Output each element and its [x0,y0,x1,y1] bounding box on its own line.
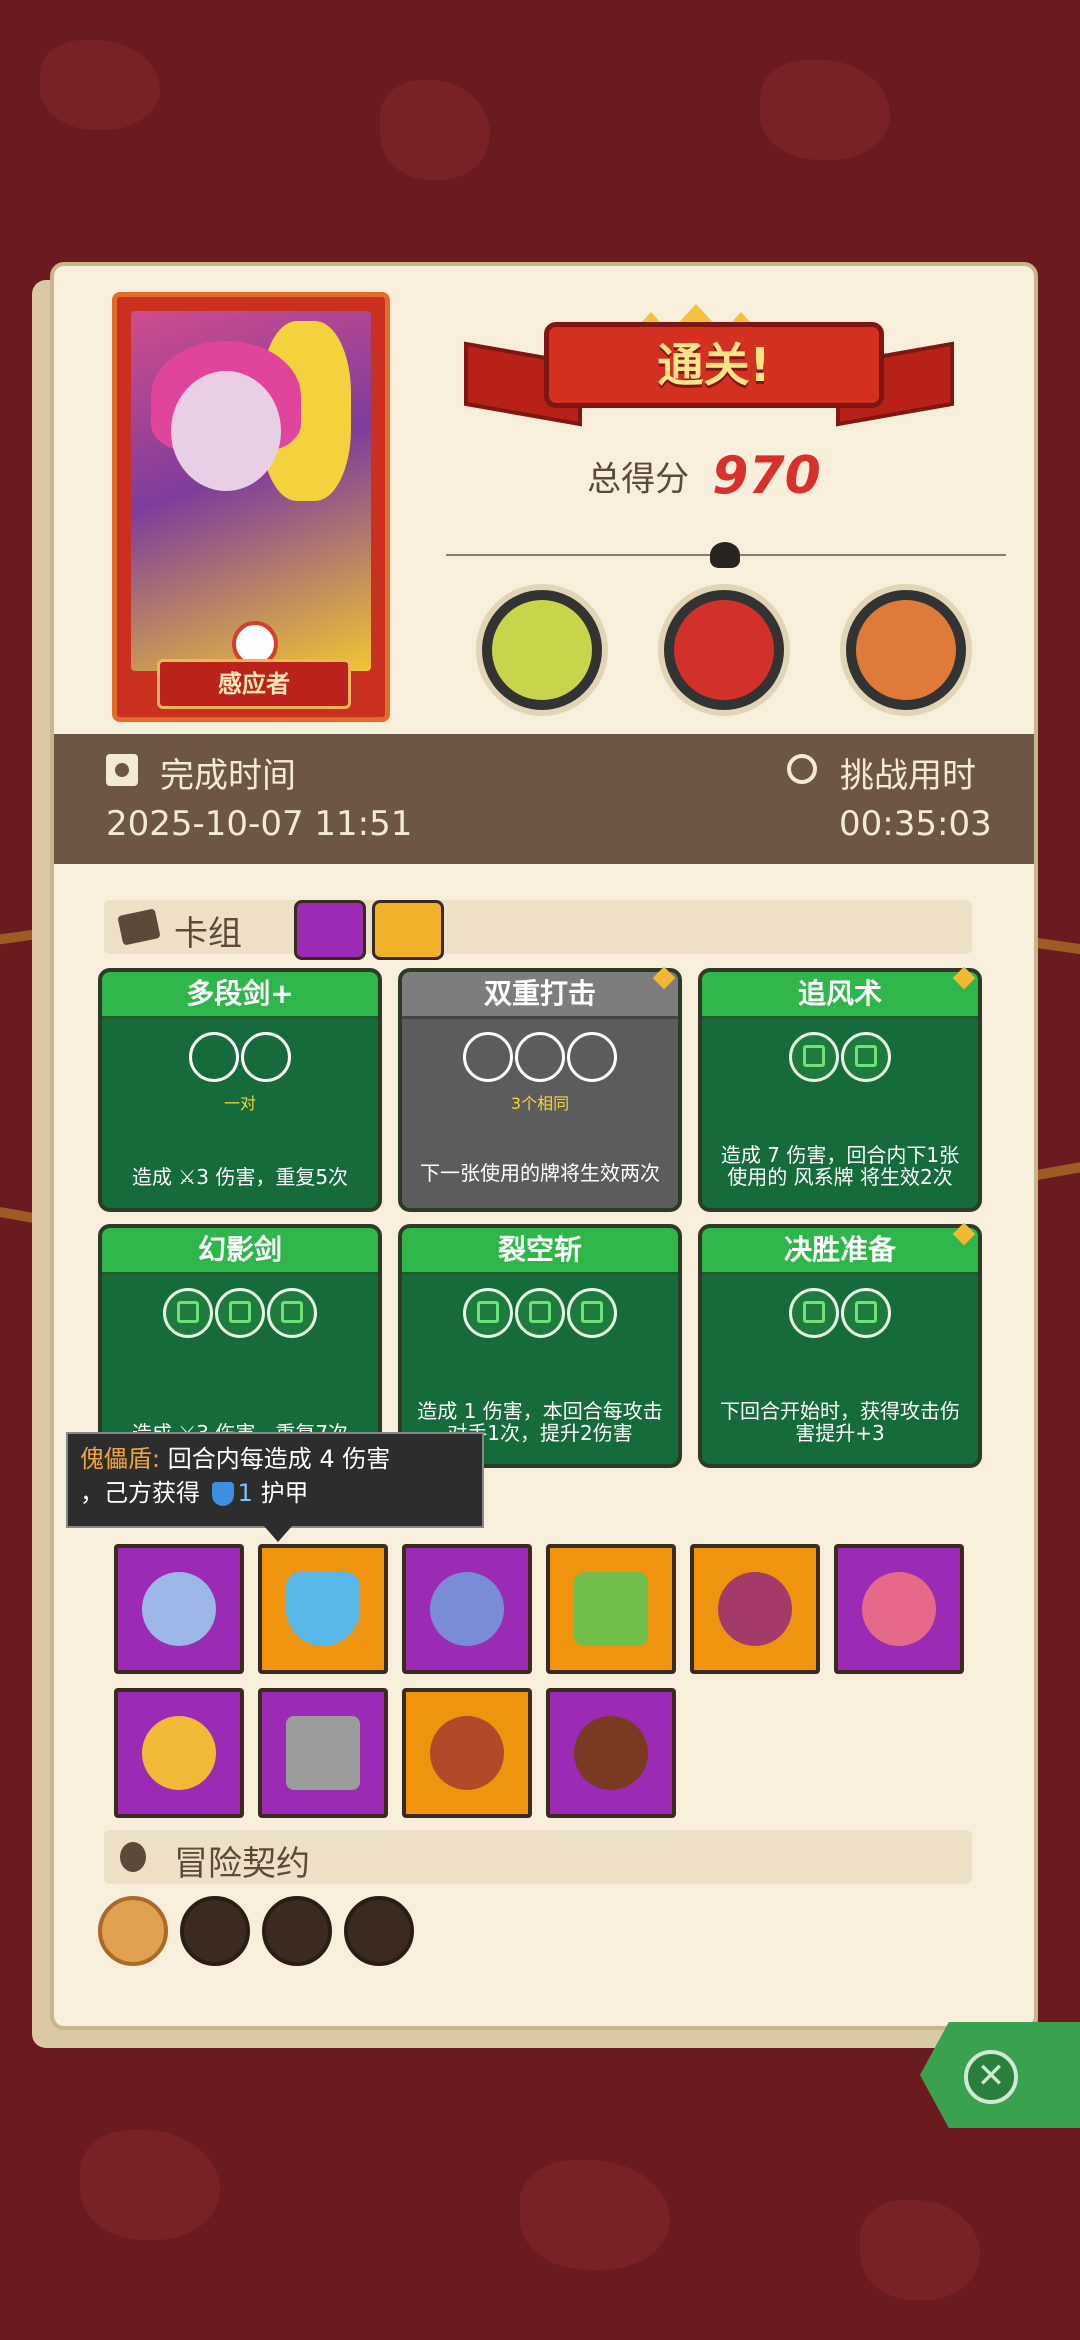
card-slots [702,1032,978,1082]
character-art [131,311,371,671]
deck-header: 卡组 [104,900,972,960]
card-title: 幻影剑 [102,1228,378,1275]
scroll-icon[interactable] [98,1896,168,1966]
green-moss-tablet-icon [574,1572,648,1646]
finish-time-value: 2025-10-07 11:51 [106,804,413,844]
relic-tooltip: 傀儡盾: 回合内每造成 4 伤害 ，己方获得 1 护甲 [66,1432,484,1542]
close-icon[interactable]: ✕ [964,2050,1018,2104]
star-tag-icon[interactable] [372,900,444,960]
card-slots [402,1288,678,1338]
card-chase-wind[interactable]: 追风术 造成 7 伤害，回合内下1张使用的 风系牌 将生效2次 [698,966,982,1212]
relic-stone-cube[interactable] [258,1688,388,1818]
tooltip-line1: 回合内每造成 4 伤害 [167,1445,391,1473]
time-bar: 完成时间 2025-10-07 11:51 挑战用时 00:35:03 [54,734,1034,864]
card-description: 下回合开始时，获得攻击伤害提升+3 [720,1399,960,1445]
demon-skull-icon [710,542,740,568]
deck-title: 卡组 [174,914,242,954]
sapphire-ring-icon [142,1572,216,1646]
card-double-strike[interactable]: 双重打击 3个相同 下一张使用的牌将生效两次 [398,966,682,1212]
card-title: 决胜准备 [702,1228,978,1275]
film-icon [106,754,138,786]
victory-ribbon: 通关! [464,304,954,427]
crescent-hook-icon [430,1572,504,1646]
relic-spotted-egg[interactable] [834,1544,964,1674]
contract-icon [120,1842,146,1872]
card-title: 双重打击 [402,972,678,1019]
tooltip-armor-value: 1 [237,1479,253,1507]
card-description: 造成 7 伤害，回合内下1张使用的 风系牌 将生效2次 [720,1143,960,1189]
card-description: 下一张使用的牌将生效两次 [420,1161,660,1185]
background-shape [760,60,890,160]
green-potion-icon[interactable] [344,1896,414,1966]
relic-wooden-button[interactable] [546,1688,676,1818]
eye-tag-icon[interactable] [294,900,366,960]
stone-cube-icon [286,1716,360,1790]
gold-gem-ring-icon [142,1716,216,1790]
tooltip-name: 傀儡盾: [80,1445,161,1473]
relic-thorn-heart[interactable] [690,1544,820,1674]
contracts-header: 冒险契约 [104,1830,972,1884]
card-decisive-prep[interactable]: 决胜准备 下回合开始时，获得攻击伤害提升+3 [698,1222,982,1468]
tooltip-line2: ，己方获得 [80,1479,200,1507]
victory-title: 通关! [544,322,884,408]
lava-plate-icon [430,1716,504,1790]
card-title: 多段剑+ [102,972,378,1019]
boss-fish-general-icon [840,584,972,716]
tooltip-armor-label: 护甲 [260,1479,309,1507]
background-shape [520,2160,670,2270]
puppet-shield-icon [286,1572,360,1646]
golden-talisman-icon[interactable] [180,1896,250,1966]
armor-shield-icon [211,1482,234,1506]
card-slots [402,1032,678,1082]
relic-lava-plate[interactable] [402,1688,532,1818]
card-condition: 一对 [223,1094,256,1113]
card-title: 追风术 [702,972,978,1019]
total-score: 总得分 970 [454,446,954,506]
card-condition: 3个相同 [510,1094,570,1113]
challenge-time-label: 挑战用时 [840,756,976,796]
card-title: 裂空斩 [402,1228,678,1275]
card-slots [102,1288,378,1338]
card-slots [702,1288,978,1338]
background-shape [40,40,160,130]
relic-gold-gem-ring[interactable] [114,1688,244,1818]
card-slots [102,1032,378,1082]
character-portrait: 感应者 [112,292,390,722]
background-shape [80,2130,220,2240]
results-panel: 感应者 通关! 总得分 970 完成时间 2025-10-07 11:51 挑战… [50,262,1038,2030]
relic-puppet-shield[interactable] [258,1544,388,1674]
stopwatch-icon [787,754,817,784]
card-multi-sword[interactable]: 多段剑+ 一对 造成 ⚔3 伤害，重复5次 [98,968,382,1212]
score-label: 总得分 [587,459,690,500]
background-shape [380,80,490,180]
contracts-title: 冒险契约 [174,1844,310,1884]
relic-sapphire-ring[interactable] [114,1544,244,1674]
score-value: 970 [712,446,821,506]
cards-icon [117,908,161,946]
relic-crescent-hook[interactable] [402,1544,532,1674]
boss-red-knight-icon [658,584,790,716]
boss-lizard-skeleton-icon [476,584,608,716]
spotted-egg-icon [862,1572,936,1646]
wooden-button-icon [574,1716,648,1790]
finish-time-label: 完成时间 [160,756,296,796]
card-description: 造成 ⚔3 伤害，重复5次 [131,1165,349,1189]
thorn-heart-icon [718,1572,792,1646]
jade-ring-icon[interactable] [262,1896,332,1966]
character-name: 感应者 [157,659,351,709]
challenge-time-value: 00:35:03 [839,804,992,844]
background-shape [860,2200,980,2300]
relic-moss-tablet[interactable] [546,1544,676,1674]
